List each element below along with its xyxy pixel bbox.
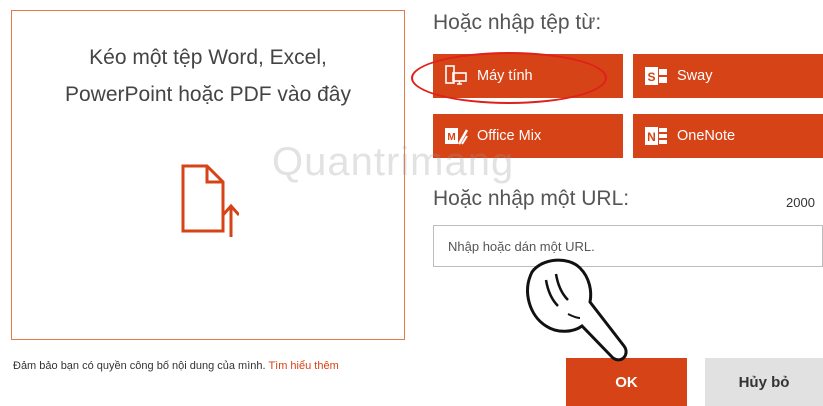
- source-office-mix-button[interactable]: M Office Mix: [433, 114, 623, 158]
- cancel-button[interactable]: Hủy bỏ: [705, 358, 823, 406]
- url-section-title: Hoặc nhập một URL:: [433, 187, 630, 210]
- import-from-title: Hoặc nhập tệp từ:: [433, 11, 602, 34]
- rights-notice-text: Đảm bảo bạn có quyền công bố nội dung củ…: [13, 360, 266, 372]
- svg-text:N: N: [647, 130, 656, 144]
- drop-zone-line-2: PowerPoint hoặc PDF vào đây: [65, 83, 351, 106]
- drop-zone-line-1: Kéo một tệp Word, Excel,: [89, 46, 327, 69]
- office-mix-icon: M: [444, 124, 468, 148]
- pointing-hand-icon: [512, 252, 642, 372]
- svg-text:M: M: [447, 132, 455, 143]
- file-upload-icon: [179, 163, 241, 244]
- url-input[interactable]: [433, 225, 823, 267]
- source-computer-label: Máy tính: [477, 68, 533, 84]
- source-office-mix-label: Office Mix: [477, 128, 542, 144]
- rights-notice: Đảm bảo bạn có quyền công bố nội dung củ…: [13, 360, 339, 372]
- sway-icon: S: [644, 64, 668, 88]
- ok-button[interactable]: OK: [566, 358, 687, 406]
- url-char-counter: 2000: [786, 195, 815, 210]
- source-onenote-button[interactable]: N OneNote: [633, 114, 823, 158]
- onenote-icon: N: [644, 124, 668, 148]
- source-onenote-label: OneNote: [677, 128, 736, 144]
- svg-text:S: S: [647, 70, 655, 84]
- learn-more-link[interactable]: Tìm hiểu thêm: [268, 360, 338, 372]
- drop-zone[interactable]: Kéo một tệp Word, Excel, PowerPoint hoặc…: [11, 10, 405, 340]
- source-sway-button[interactable]: S Sway: [633, 54, 823, 98]
- computer-icon: [444, 64, 468, 88]
- drop-zone-instructions: Kéo một tệp Word, Excel, PowerPoint hoặc…: [12, 39, 404, 113]
- source-sway-label: Sway: [677, 68, 713, 84]
- source-computer-button[interactable]: Máy tính: [433, 54, 623, 98]
